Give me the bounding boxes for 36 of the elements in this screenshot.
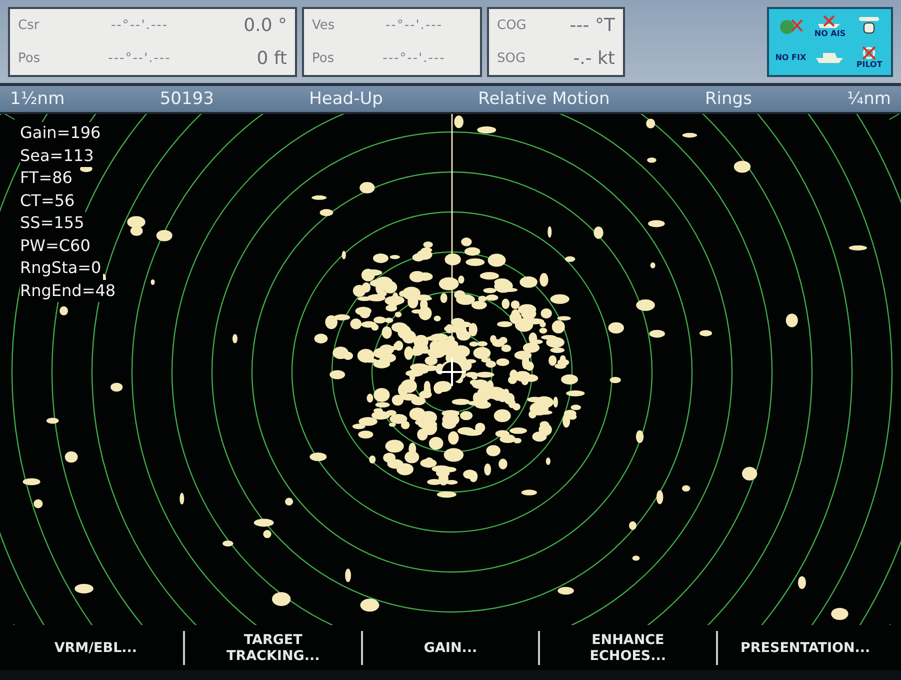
boat-icon <box>814 50 845 64</box>
status-text: ¼nm <box>847 89 891 109</box>
fix-status-label: NO FIX <box>775 52 806 62</box>
status-text: Relative Motion <box>478 89 610 109</box>
status-text: 50193 <box>160 89 214 109</box>
radar-setting: FT=86 <box>20 167 74 190</box>
pilot-status-label: PILOT <box>856 60 882 68</box>
radar-setting: SS=155 <box>20 212 86 234</box>
softkey-button[interactable]: PRESENTATION... <box>716 630 894 664</box>
status-text: Rings <box>704 89 752 109</box>
status-text: 1½nm <box>10 89 65 109</box>
crosshair-icon <box>438 358 466 386</box>
field-value: ---°--'.--- <box>107 50 172 66</box>
softkey-button[interactable]: TARGET TRACKING... <box>183 630 361 664</box>
radar-setting: PW=C60 <box>20 234 92 257</box>
radar-setting: RngSta=0 <box>20 257 104 280</box>
field-reading: --- °T <box>568 14 615 36</box>
field-label: Csr <box>18 18 40 32</box>
field-value: --°--'.--- <box>110 18 170 32</box>
field-label: Pos <box>18 50 42 66</box>
field-value: --°--'.--- <box>384 18 444 32</box>
softkey-button[interactable]: VRM/EBL... <box>8 630 184 664</box>
field-label: Ves <box>312 18 336 32</box>
field-reading: -.- kt <box>572 48 615 68</box>
softkey-button[interactable]: GAIN... <box>360 630 538 664</box>
ais-status-label: NO AIS <box>814 28 846 38</box>
field-label: Pos <box>312 50 336 66</box>
field-reading: 0.0 ° <box>242 14 287 36</box>
field-label: SOG <box>497 50 527 66</box>
radar-setting: Gain=196 <box>20 122 103 144</box>
radar-setting: CT=56 <box>20 190 77 212</box>
field-reading: 0 ft <box>256 48 287 68</box>
field-label: COG <box>497 18 528 32</box>
field-value: ---°--'.--- <box>382 50 446 66</box>
status-text: Head-Up <box>309 89 383 109</box>
softkey-button[interactable]: ENHANCE ECHOES... <box>538 630 716 664</box>
